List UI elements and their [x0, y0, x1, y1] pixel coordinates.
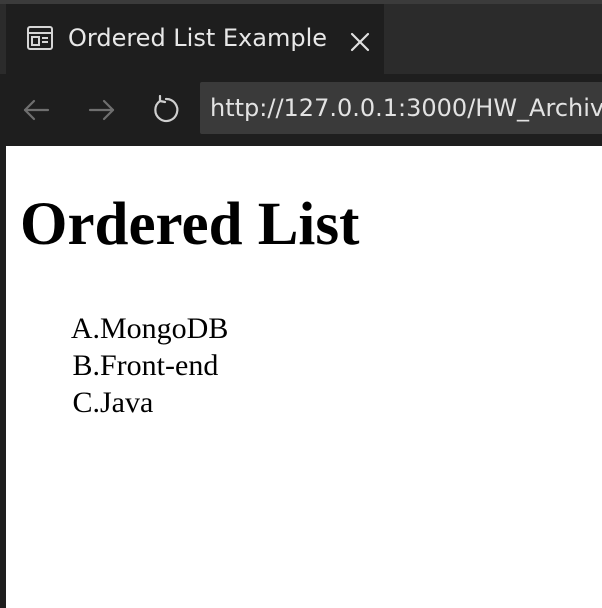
- address-bar[interactable]: http://127.0.0.1:3000/HW_Archiv: [200, 82, 602, 134]
- arrow-right-icon[interactable]: [84, 92, 120, 128]
- list-marker: A.: [70, 312, 100, 345]
- list-item-text: Front-end: [100, 349, 219, 382]
- tab-title: Ordered List Example: [68, 24, 328, 52]
- page-layout-icon: [26, 25, 54, 51]
- url-text: http://127.0.0.1:3000/HW_Archiv: [210, 94, 602, 122]
- list-item-text: MongoDB: [100, 312, 229, 345]
- close-icon[interactable]: [348, 30, 372, 54]
- list-item: C. Java: [62, 384, 228, 421]
- arrow-left-icon[interactable]: [18, 92, 54, 128]
- tab-strip: Ordered List Example: [0, 0, 602, 74]
- list-marker: B.: [72, 349, 100, 382]
- browser-toolbar: http://127.0.0.1:3000/HW_Archiv: [0, 74, 602, 146]
- ordered-list: A. MongoDB B. Front-end C. Java: [62, 310, 229, 421]
- page-title: Ordered List: [20, 191, 360, 258]
- list-item-text: Java: [100, 386, 154, 419]
- list-marker: C.: [72, 386, 100, 419]
- tab-ordered-list-example[interactable]: Ordered List Example: [6, 4, 384, 74]
- page-viewport: Ordered List A. MongoDB B. Front-end C. …: [6, 146, 602, 608]
- browser-window: Ordered List Example http://127.0.0.1:30…: [0, 0, 602, 608]
- list-item: B. Front-end: [62, 347, 228, 384]
- list-item: A. MongoDB: [62, 310, 229, 347]
- reload-icon[interactable]: [148, 92, 184, 128]
